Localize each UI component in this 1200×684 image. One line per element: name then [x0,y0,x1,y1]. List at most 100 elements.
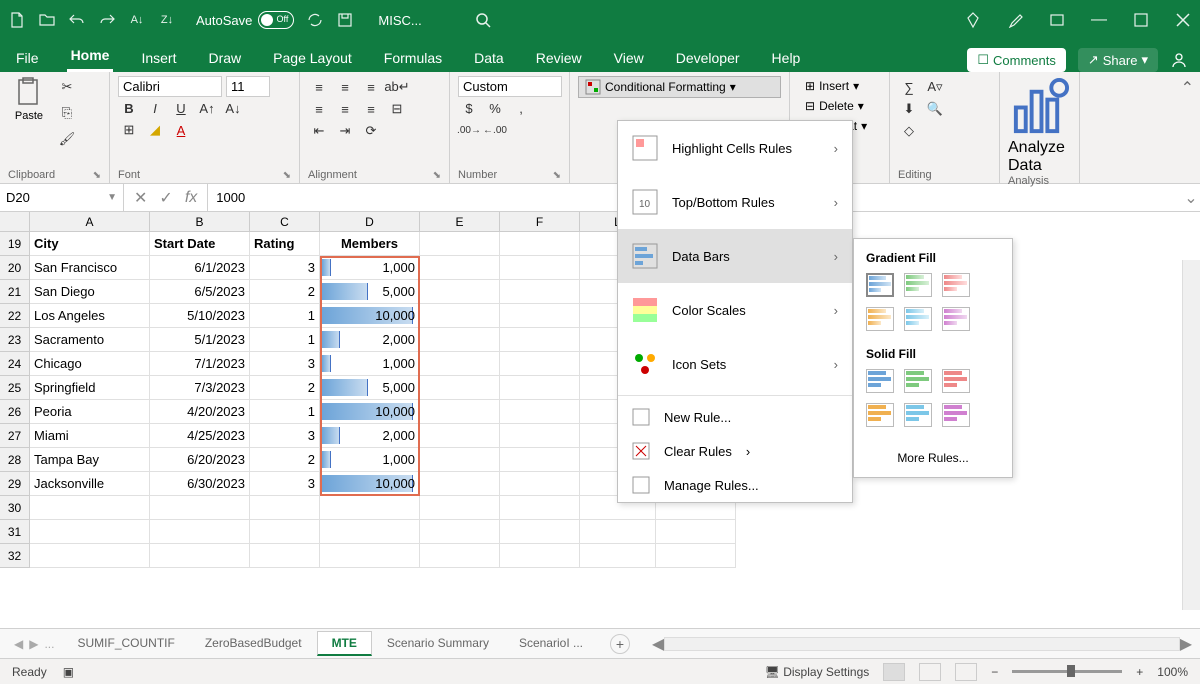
row-header[interactable]: 19 [0,232,30,256]
cell[interactable] [500,424,580,448]
expand-formula-icon[interactable]: ⌄ [1182,184,1200,211]
wrap-text-icon[interactable]: ab↵ [386,76,408,98]
select-all-corner[interactable] [0,212,30,232]
align-top-icon[interactable]: ≡ [308,76,330,98]
sheet-tab[interactable]: Scenario Summary [372,631,504,656]
cell[interactable]: 7/1/2023 [150,352,250,376]
cell[interactable]: 2 [250,280,320,304]
solid-green-swatch[interactable] [904,369,932,393]
cell[interactable] [500,520,580,544]
cell[interactable]: 1,000 [320,352,420,376]
minimize-icon[interactable]: — [1090,11,1108,29]
cell[interactable]: Los Angeles [30,304,150,328]
bold-button[interactable]: B [118,97,140,119]
cell[interactable] [420,472,500,496]
analyze-data-button[interactable]: Analyze Data [1008,76,1071,175]
manage-rules-item[interactable]: Manage Rules... [618,468,852,502]
row-header[interactable]: 23 [0,328,30,352]
sheet-tab[interactable]: ScenarioI ... [504,631,598,656]
row-header[interactable]: 25 [0,376,30,400]
macro-record-icon[interactable]: ▣ [63,665,74,679]
autosum-icon[interactable]: ∑ [898,76,920,98]
open-file-icon[interactable] [38,11,56,29]
cell[interactable]: Start Date [150,232,250,256]
fx-icon[interactable]: fx [185,189,197,207]
sort-filter-icon[interactable]: A▿ [924,76,946,98]
decrease-decimal-icon[interactable]: ←.00 [484,119,506,141]
row-header[interactable]: 32 [0,544,30,568]
color-scales-item[interactable]: Color Scales› [618,283,852,337]
tab-developer[interactable]: Developer [672,44,744,72]
cell[interactable] [420,352,500,376]
font-color-icon[interactable]: A [170,119,192,141]
cell[interactable] [500,400,580,424]
underline-button[interactable]: U [170,97,192,119]
tab-home[interactable]: Home [67,41,114,72]
cell[interactable]: 4/25/2023 [150,424,250,448]
refresh-icon[interactable] [306,11,324,29]
cell[interactable] [420,400,500,424]
cell[interactable]: Springfield [30,376,150,400]
data-bars-item[interactable]: Data Bars› [618,229,852,283]
cell[interactable]: Members [320,232,420,256]
ribbon-mode-icon[interactable] [1048,11,1066,29]
cell[interactable]: 5,000 [320,376,420,400]
conditional-formatting-button[interactable]: Conditional Formatting ▾ [578,76,781,98]
solid-orange-swatch[interactable] [866,403,894,427]
borders-icon[interactable]: ⊞ [118,119,140,141]
format-painter-icon[interactable]: 🖌 [56,128,78,150]
tab-review[interactable]: Review [532,44,586,72]
cell[interactable] [500,472,580,496]
cell[interactable]: 6/5/2023 [150,280,250,304]
cell[interactable] [500,448,580,472]
cell[interactable]: 5,000 [320,280,420,304]
prev-sheet-icon[interactable]: ◀ [14,637,23,651]
cell[interactable]: 2 [250,376,320,400]
cell[interactable]: 10,000 [320,304,420,328]
icon-sets-item[interactable]: Icon Sets› [618,337,852,391]
cell[interactable]: 3 [250,424,320,448]
cell[interactable] [420,328,500,352]
row-header[interactable]: 30 [0,496,30,520]
cell[interactable] [420,520,500,544]
cell[interactable]: 2 [250,448,320,472]
cell[interactable]: 2,000 [320,328,420,352]
new-file-icon[interactable] [8,11,26,29]
comma-icon[interactable]: , [510,97,532,119]
new-rule-item[interactable]: New Rule... [618,400,852,434]
align-right-icon[interactable]: ≡ [360,98,382,120]
cell[interactable]: Miami [30,424,150,448]
undo-icon[interactable] [68,11,86,29]
row-header[interactable]: 26 [0,400,30,424]
gradient-blue-swatch[interactable] [866,273,894,297]
row-header[interactable]: 31 [0,520,30,544]
vertical-scrollbar[interactable] [1182,260,1200,610]
solid-red-swatch[interactable] [942,369,970,393]
cell[interactable]: 1 [250,304,320,328]
cell[interactable]: 3 [250,472,320,496]
cell[interactable] [420,448,500,472]
save-icon[interactable] [336,11,354,29]
align-left-icon[interactable]: ≡ [308,98,330,120]
indent-right-icon[interactable]: ⇥ [334,120,356,142]
fill-color-icon[interactable]: ◢ [144,119,166,141]
cell[interactable]: 6/1/2023 [150,256,250,280]
increase-decimal-icon[interactable]: .00→ [458,119,480,141]
next-sheet-icon[interactable]: ▶ [29,637,38,651]
cell[interactable]: 1,000 [320,448,420,472]
font-size-combo[interactable] [226,76,270,97]
gradient-orange-swatch[interactable] [866,307,894,331]
cell[interactable] [420,304,500,328]
cell[interactable]: 3 [250,256,320,280]
cell[interactable] [320,544,420,568]
cell[interactable] [500,544,580,568]
cell[interactable] [250,544,320,568]
solid-blue-swatch[interactable] [866,369,894,393]
delete-button[interactable]: ⊟ Delete ▾ [798,96,881,116]
cell[interactable] [500,256,580,280]
zoom-out-button[interactable]: − [991,665,998,679]
cell[interactable] [150,520,250,544]
display-settings-button[interactable]: 🖥 Display Settings [765,665,870,679]
search-icon[interactable] [474,11,492,29]
top-bottom-rules-item[interactable]: 10 Top/Bottom Rules› [618,175,852,229]
